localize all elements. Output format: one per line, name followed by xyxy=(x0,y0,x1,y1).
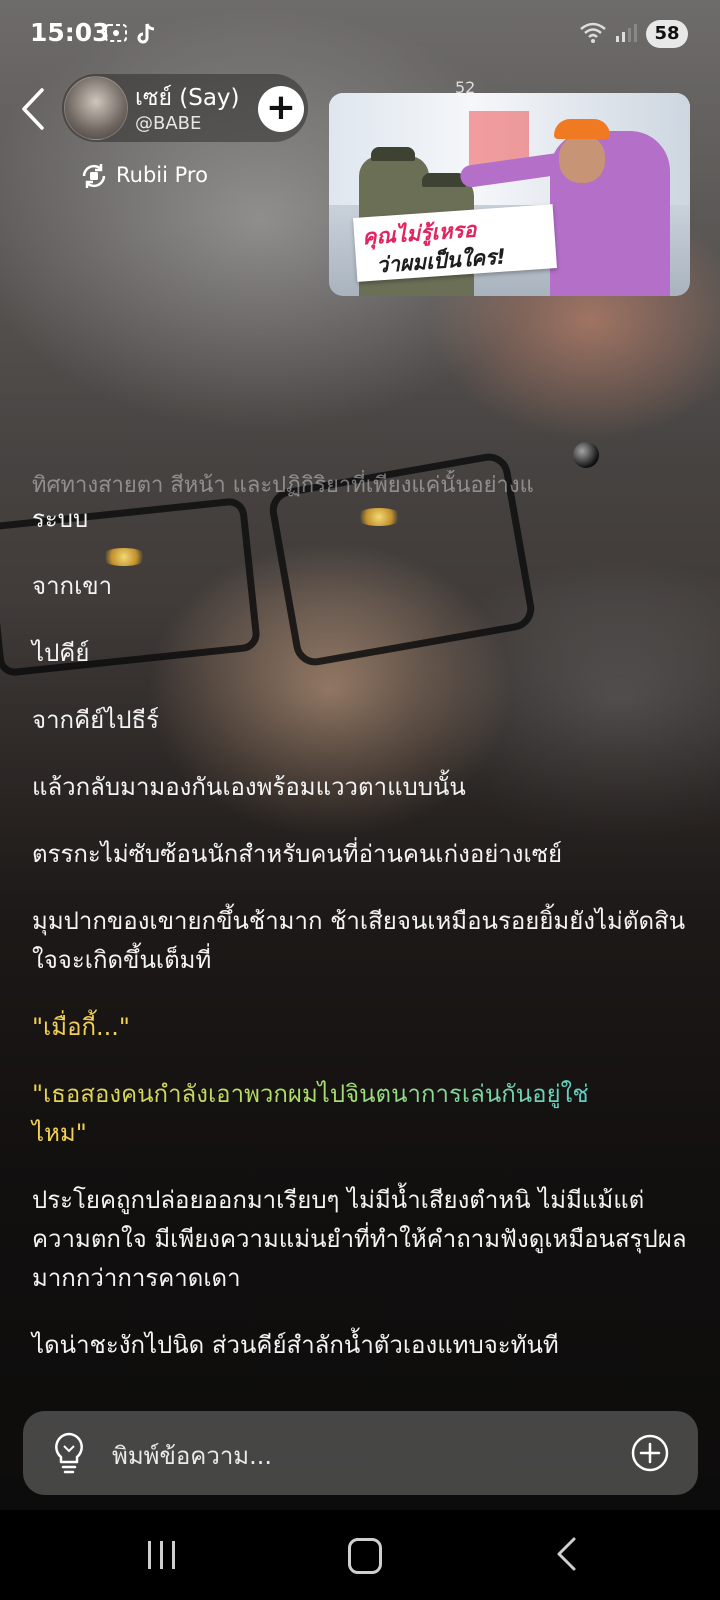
story-line: ไปคีย์ xyxy=(32,639,90,667)
character-handle: @BABE xyxy=(135,113,202,134)
cellular-signal-icon xyxy=(614,20,640,49)
story-text: ทิศทางสายตา สีหน้า และปฏิกิริยาที่เพียงแ… xyxy=(32,470,692,1365)
plus-circle-icon xyxy=(631,1434,669,1472)
add-attachment-button[interactable] xyxy=(630,1433,670,1473)
dialogue-line: ไหม" xyxy=(32,1119,87,1147)
video-caption-card: คุณไม่รู้เหรอ ว่าผมเป็นใคร! xyxy=(353,204,557,282)
tiktok-notification-icon xyxy=(136,22,156,51)
story-line: ตรรกะไม่ซับซ้อนนักสำหรับคนที่อ่านคนเก่งอ… xyxy=(32,840,563,868)
rubii-pro-label: Rubii Pro xyxy=(116,163,208,187)
status-time: 15:03 xyxy=(30,18,110,47)
recent-apps-button[interactable] xyxy=(148,1541,178,1569)
lightbulb-icon xyxy=(55,1432,83,1474)
story-line: จากเขา xyxy=(32,572,113,600)
faded-story-line: ทิศทางสายตา สีหน้า และปฏิกิริยาที่เพียงแ… xyxy=(32,473,534,498)
avatar[interactable] xyxy=(64,76,128,140)
video-man-face xyxy=(559,135,605,183)
screen-recorder-icon xyxy=(104,22,128,49)
system-back-button[interactable] xyxy=(554,1536,578,1572)
story-line: ระบบ xyxy=(32,505,89,533)
story-line: แล้วกลับมามองกันเองพร้อมแววตาแบบนั้น xyxy=(32,773,466,801)
story-line: ไดน่าชะงักไปนิด ส่วนคีย์สำลักน้ำตัวเองแท… xyxy=(32,1331,559,1359)
home-button[interactable] xyxy=(348,1538,382,1574)
follow-button[interactable]: + xyxy=(258,86,304,132)
floating-video-ad[interactable]: คุณไม่รู้เหรอ ว่าผมเป็นใคร! xyxy=(329,93,690,296)
status-bar: 15:03 58 xyxy=(0,0,720,64)
story-line: มุมปากของเขายกขึ้นช้ามาก ช้าเสียจนเหมือน… xyxy=(32,907,686,974)
wifi-icon xyxy=(578,20,608,49)
character-name: เซย์ (Say) xyxy=(135,85,240,111)
refresh-pro-icon xyxy=(82,164,106,188)
story-line: จากคีย์ไปธีร์ xyxy=(32,706,160,734)
chevron-left-icon xyxy=(557,1537,576,1571)
video-man-cap xyxy=(554,119,610,139)
lightbulb-suggestion-button[interactable] xyxy=(48,1430,90,1476)
back-button[interactable] xyxy=(18,86,48,132)
story-line: ประโยคถูกปล่อยออกมาเรียบๆ ไม่มีน้ำเสียงต… xyxy=(32,1186,687,1292)
message-input-field[interactable]: พิมพ์ข้อความ... xyxy=(112,1436,272,1475)
dialogue-line: "เธอสองคนกำลังเอาพวกผมไปจินตนาการเล่นกัน… xyxy=(32,1075,692,1114)
dialogue-line: "เมื่อกี้..." xyxy=(32,1013,130,1041)
video-guard-cap xyxy=(371,147,415,161)
battery-indicator: 58 xyxy=(646,20,688,48)
chevron-left-icon xyxy=(22,88,44,130)
